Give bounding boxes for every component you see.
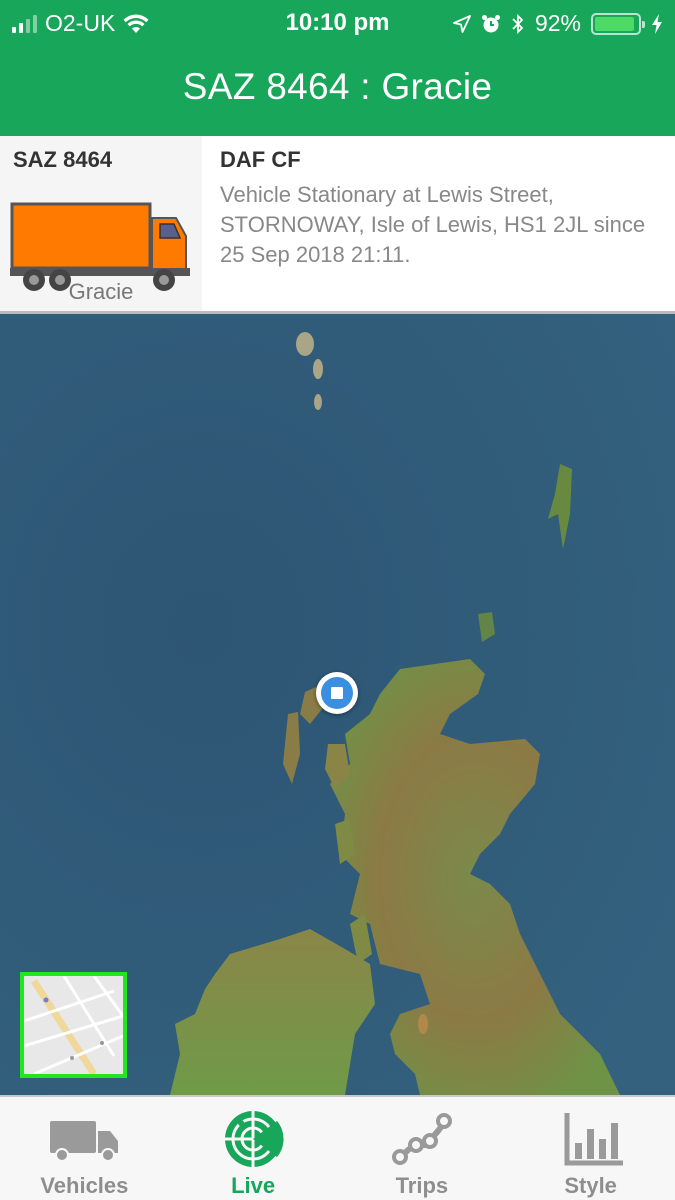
tab-label: Live [231, 1173, 276, 1198]
truck-icon [50, 1121, 119, 1162]
location-arrow-icon [453, 14, 471, 33]
vehicle-thumbnail: SAZ 8464 Gracie [0, 136, 202, 311]
battery-fill [595, 16, 634, 31]
tab-bar: Vehicles Live Trips Style [0, 1095, 675, 1200]
vehicle-nickname: Gracie [68, 279, 134, 304]
vehicle-model: DAF CF [220, 147, 301, 172]
vehicle-info-card[interactable]: SAZ 8464 Gracie DAF CF Vehicle Stationar… [0, 136, 675, 314]
status-bar: O2-UK 10:10 pm 92% [0, 0, 675, 48]
bar-chart-icon [564, 1113, 623, 1166]
tab-label: Trips [395, 1173, 449, 1198]
tab-label: Style [564, 1173, 617, 1198]
battery-icon [591, 12, 645, 35]
alarm-icon [481, 14, 500, 32]
marker-stop-icon [321, 677, 353, 709]
page-title: SAZ 8464 : Gracie [182, 66, 493, 107]
vehicle-location-marker[interactable] [316, 672, 358, 714]
tab-style[interactable]: Style [506, 1097, 675, 1200]
street-map-thumbnail[interactable] [20, 972, 127, 1078]
vehicle-registration: SAZ 8464 [13, 147, 113, 172]
charging-bolt-icon [652, 13, 662, 34]
app-header: O2-UK 10:10 pm 92% SAZ 8464: Gracie [0, 0, 675, 136]
tab-live[interactable]: Live [169, 1097, 338, 1200]
satellite-map[interactable] [0, 314, 675, 1095]
bluetooth-icon [512, 13, 524, 34]
route-icon [391, 1113, 452, 1165]
tab-vehicles[interactable]: Vehicles [0, 1097, 169, 1200]
vehicle-status-text: Vehicle Stationary at Lewis Street, STOR… [220, 182, 646, 267]
battery-percent: 92% [534, 10, 581, 36]
street-map-preview [24, 976, 123, 1074]
tab-label: Vehicles [40, 1173, 129, 1198]
radar-icon [225, 1111, 284, 1167]
isle-of-man [418, 1014, 428, 1034]
tab-trips[interactable]: Trips [338, 1097, 507, 1200]
